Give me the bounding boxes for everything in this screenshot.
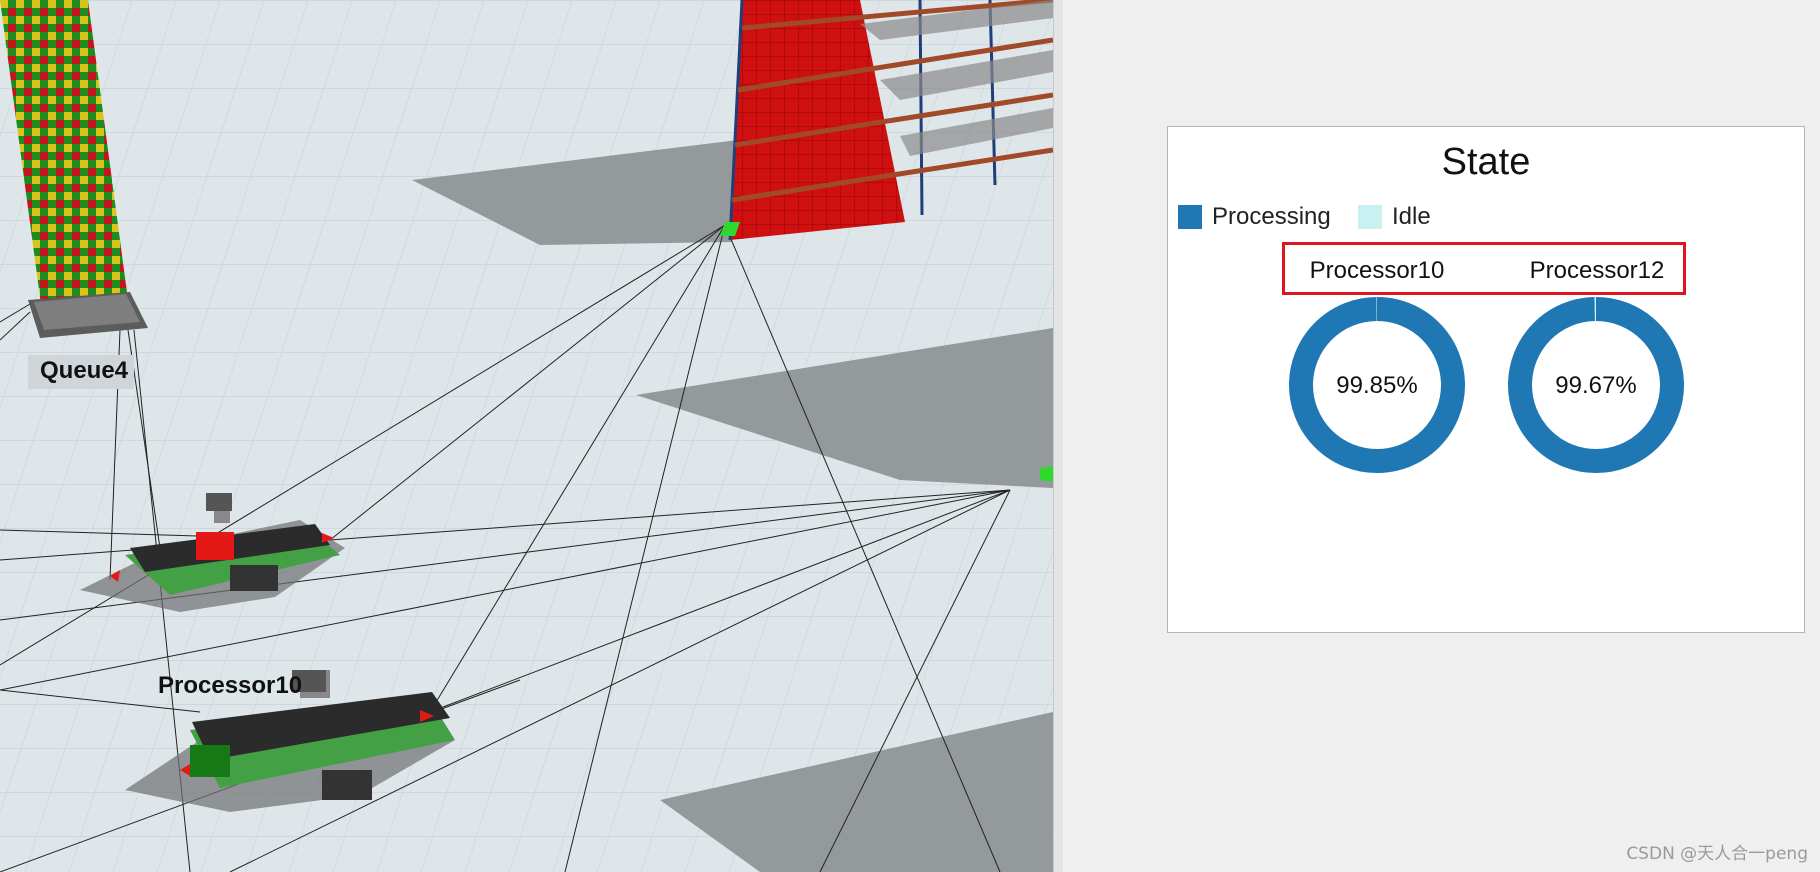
- watermark: CSDN @天人合一peng: [1626, 844, 1808, 864]
- 3d-scene[interactable]: [0, 0, 1053, 872]
- state-chart-widget[interactable]: State Processing Idle Processor10 Proces…: [1167, 126, 1805, 633]
- donut-percent-label: 99.67%: [1555, 372, 1636, 399]
- 3d-model-viewport[interactable]: Queue4 Processor10: [0, 0, 1053, 872]
- donut-charts: 99.85% 99.67%: [1289, 297, 1684, 473]
- panel-divider[interactable]: [1053, 0, 1063, 872]
- processor10-label[interactable]: Processor10: [158, 672, 302, 700]
- donut-percent-label: 99.85%: [1336, 372, 1417, 399]
- node-marker: [1040, 466, 1053, 482]
- queue4-label[interactable]: Queue4: [28, 355, 135, 389]
